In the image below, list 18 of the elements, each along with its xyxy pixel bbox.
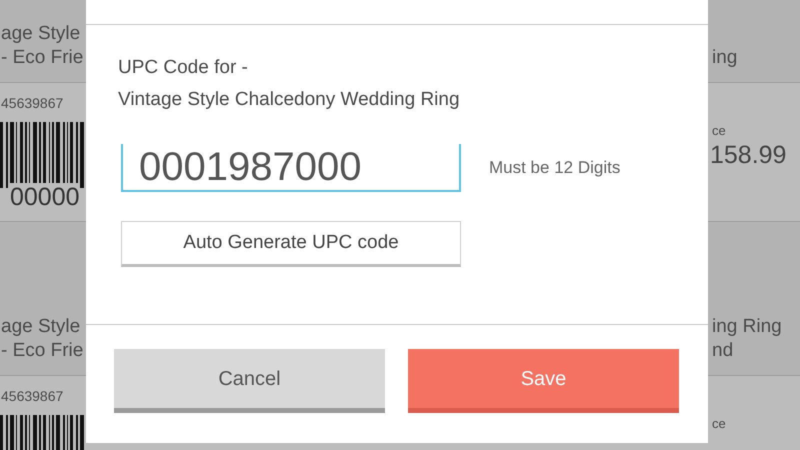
cancel-button[interactable]: Cancel	[114, 349, 385, 413]
product-code: 45639867	[1, 94, 64, 113]
card-title: ing	[712, 46, 738, 70]
upc-input-field[interactable]: 0001987000	[121, 144, 461, 192]
product-name: Vintage Style Chalcedony Wedding Ring	[118, 88, 461, 112]
price-label: ce	[712, 415, 727, 433]
price-text: 158.99	[710, 140, 788, 168]
dialog-heading: UPC Code for -	[118, 56, 249, 80]
card-title: - Eco Frie	[1, 46, 84, 70]
card-title: age Style	[1, 315, 82, 339]
price-label: ce	[712, 122, 727, 140]
hint-text: Must be 12 Digits	[489, 157, 620, 180]
auto-generate-button[interactable]: Auto Generate UPC code	[121, 221, 461, 267]
card-title: - Eco Frie	[1, 339, 84, 363]
product-code: 45639867	[1, 387, 64, 406]
card-title: nd	[712, 339, 734, 363]
card-title: ing Ring	[712, 315, 783, 339]
card-title: age Style	[1, 22, 82, 46]
